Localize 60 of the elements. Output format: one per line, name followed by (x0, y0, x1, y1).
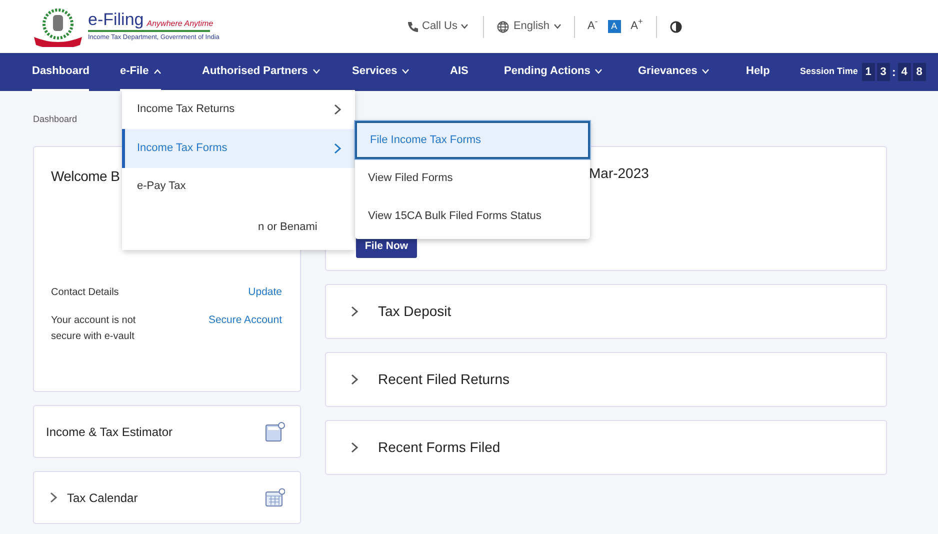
chevron-right-icon (351, 374, 358, 385)
submenu-item[interactable]: View Filed Forms (355, 159, 590, 197)
update-link[interactable]: Update (248, 285, 282, 301)
contrast-icon (670, 20, 682, 32)
submenu-item[interactable]: View 15CA Bulk Filed Forms Status (355, 197, 590, 235)
phone-icon (407, 21, 418, 32)
caret-down-icon (461, 24, 468, 29)
caret-down-icon (595, 68, 602, 74)
caret-down-icon (402, 68, 410, 74)
menu-item[interactable]: Income Tax Forms (122, 129, 355, 168)
font-size-button[interactable]: A$^{+}$ (630, 20, 643, 33)
security-message: Your account is not secure with e-vault (51, 314, 137, 344)
menu-item[interactable]: n or Benami (122, 205, 355, 250)
session-timer-digit: : (892, 64, 896, 81)
estimator-label: Income & Tax Estimator (46, 424, 172, 440)
menu-item[interactable]: Income Tax Returns (122, 90, 355, 129)
contact-details-label: Contact Details (51, 286, 119, 300)
emblem-logo-icon (33, 6, 83, 46)
caret-down-icon (554, 24, 561, 29)
nav-item[interactable]: Dashboard (32, 53, 90, 91)
caret-down-icon (702, 68, 710, 74)
calendar-icon (265, 488, 285, 508)
session-timer-digit: 3 (876, 63, 890, 81)
section-accordion[interactable]: Recent Forms Filed (325, 420, 887, 475)
globe-icon (497, 20, 510, 32)
calculator-icon (265, 422, 285, 442)
session-timer-digit: 1 (862, 63, 875, 81)
chevron-right-icon (351, 442, 358, 453)
session-timer-digit: 8 (912, 63, 926, 81)
estimator-card[interactable]: Income & Tax Estimator (33, 405, 301, 458)
chevron-right-icon (351, 306, 358, 317)
menu-item[interactable]: e-Pay Tax (122, 168, 355, 205)
breadcrumb: Dashboard (33, 114, 78, 124)
nav-item[interactable]: Help (746, 53, 770, 91)
font-size-button[interactable]: A (608, 20, 621, 33)
section-accordion[interactable]: Recent Filed Returns (325, 352, 887, 407)
session-time-label: Session Time (800, 65, 858, 78)
session-timer-digit: 4 (898, 63, 911, 81)
nav-item[interactable]: Pending Actions (504, 53, 602, 91)
logo-tagline: Anywhere Anytime (146, 18, 214, 29)
caret-up-icon (154, 68, 161, 74)
call-us-button[interactable]: Call Us (405, 18, 470, 35)
nav-item[interactable]: Authorised Partners (202, 53, 320, 91)
nav-item[interactable]: Services (352, 53, 410, 91)
chevron-right-icon (334, 143, 341, 154)
chevron-right-icon (50, 492, 57, 503)
tax-calendar-label: Tax Calendar (67, 490, 138, 506)
tax-calendar-card[interactable]: Tax Calendar (33, 471, 301, 524)
welcome-title: Welcome B (51, 168, 120, 184)
nav-item[interactable]: AIS (450, 53, 468, 91)
nav-item[interactable]: Grievances (638, 53, 710, 91)
language-button[interactable]: English (497, 18, 561, 35)
submenu-item[interactable]: File Income Tax Forms (355, 121, 590, 159)
section-accordion[interactable]: Tax Deposit (325, 284, 887, 339)
caret-down-icon (312, 68, 320, 74)
filing-card-title: Mar-2023 (589, 164, 649, 183)
secure-account-link[interactable]: Secure Account (208, 312, 282, 328)
chevron-right-icon (334, 104, 341, 115)
font-size-button[interactable]: A$^{-}$ (588, 20, 598, 33)
logo-title: e-Filing (88, 10, 144, 29)
